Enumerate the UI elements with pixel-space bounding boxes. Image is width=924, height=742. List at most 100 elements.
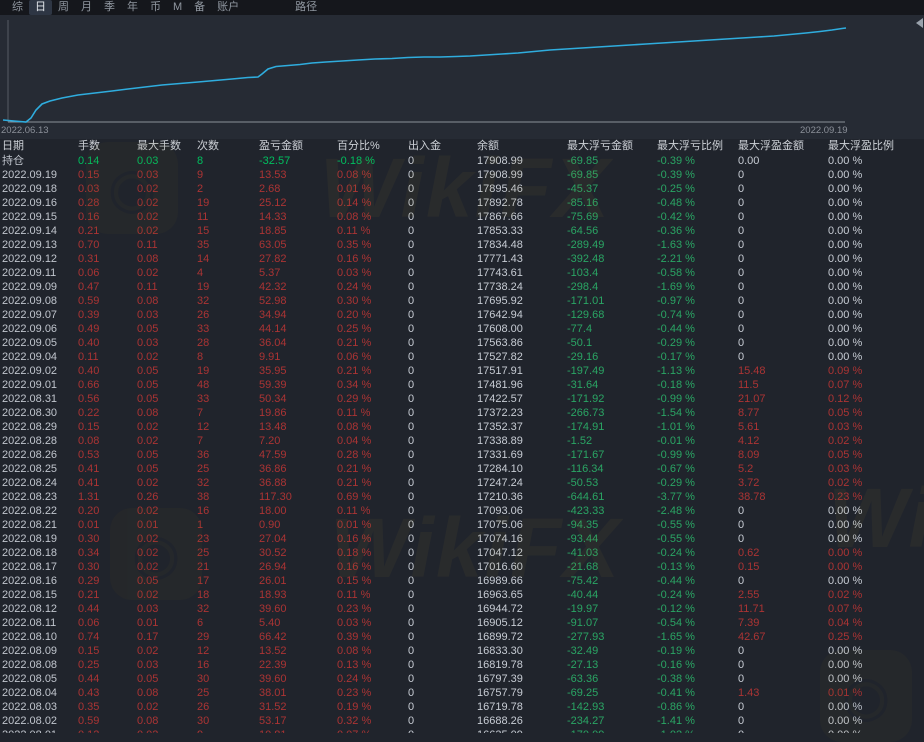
column-header-max_lots[interactable]: 最大手数: [137, 139, 197, 154]
cell-max_float_profit: 0: [738, 168, 828, 182]
scroll-arrow-icon[interactable]: [916, 18, 923, 28]
cell-pct: 0.23 %: [337, 686, 408, 700]
cell-max_float_loss_pct: -0.18 %: [657, 378, 738, 392]
cell-pct: 0.03 %: [337, 266, 408, 280]
table-row[interactable]: 2022.08.010.120.02910.810.07 %016635.09-…: [0, 728, 924, 733]
table-row[interactable]: 2022.08.210.010.0110.900.01 %017075.06-9…: [0, 518, 924, 532]
table-body: 持仓0.140.038-32.57-0.18 %017908.99-69.85-…: [0, 154, 924, 733]
table-row[interactable]: 2022.09.040.110.0289.910.06 %017527.82-2…: [0, 350, 924, 364]
column-header-max_float_profit[interactable]: 最大浮盈金额: [738, 139, 828, 154]
menu-item-0[interactable]: 综: [6, 0, 29, 15]
cell-max_float_profit: 38.78: [738, 490, 828, 504]
menu-item-5[interactable]: 年: [121, 0, 144, 15]
cell-balance: 17867.66: [477, 210, 567, 224]
table-row[interactable]: 2022.09.020.400.051935.950.21 %017517.91…: [0, 364, 924, 378]
table-row[interactable]: 2022.08.120.440.033239.600.23 %016944.72…: [0, 602, 924, 616]
menu-item-7[interactable]: M: [167, 0, 188, 15]
menu-item-4[interactable]: 季: [98, 0, 121, 15]
column-header-max_float_loss[interactable]: 最大浮亏金额: [567, 139, 657, 154]
table-row[interactable]: 2022.08.090.150.021213.520.08 %016833.30…: [0, 644, 924, 658]
cell-max_float_profit_pct: 0.00 %: [828, 350, 924, 364]
table-row[interactable]: 2022.08.050.440.053039.600.24 %016797.39…: [0, 672, 924, 686]
table-row[interactable]: 2022.08.100.740.172966.420.39 %016899.72…: [0, 630, 924, 644]
cell-lots: 0.22: [78, 406, 137, 420]
table-row[interactable]: 2022.08.280.080.0277.200.04 %017338.89-1…: [0, 434, 924, 448]
menu-item-8[interactable]: 备: [188, 0, 211, 15]
table-row[interactable]: 2022.08.020.590.083053.170.32 %016688.26…: [0, 714, 924, 728]
table-row[interactable]: 2022.08.180.340.022530.520.18 %017047.12…: [0, 546, 924, 560]
table-row[interactable]: 2022.08.231.310.2638117.300.69 %017210.3…: [0, 490, 924, 504]
table-row[interactable]: 2022.08.310.560.053350.340.29 %017422.57…: [0, 392, 924, 406]
cell-max_lots: 0.03: [137, 658, 197, 672]
cell-date: 2022.08.18: [0, 546, 78, 560]
cell-max_lots: 0.05: [137, 672, 197, 686]
position-row[interactable]: 持仓0.140.038-32.57-0.18 %017908.99-69.85-…: [0, 154, 924, 168]
table-row[interactable]: 2022.08.110.060.0165.400.03 %016905.12-9…: [0, 616, 924, 630]
cell-max_float_profit_pct: 0.00 %: [828, 308, 924, 322]
table-row[interactable]: 2022.09.180.030.0222.680.01 %017895.46-4…: [0, 182, 924, 196]
table-row[interactable]: 2022.08.160.290.051726.010.15 %016989.66…: [0, 574, 924, 588]
menu-item-10[interactable]: 路径: [289, 0, 323, 15]
menu-item-3[interactable]: 月: [75, 0, 98, 15]
table-row[interactable]: 2022.08.260.530.053647.590.28 %017331.69…: [0, 448, 924, 462]
table-row[interactable]: 2022.09.130.700.113563.050.35 %017834.48…: [0, 238, 924, 252]
table-row[interactable]: 2022.09.070.390.032634.940.20 %017642.94…: [0, 308, 924, 322]
column-header-count[interactable]: 次数: [197, 139, 259, 154]
table-row[interactable]: 2022.09.010.660.054859.390.34 %017481.96…: [0, 378, 924, 392]
cell-max_lots: 0.02: [137, 266, 197, 280]
table-row[interactable]: 2022.08.040.430.082538.010.23 %016757.79…: [0, 686, 924, 700]
cell-balance: 17743.61: [477, 266, 567, 280]
cell-balance: 16944.72: [477, 602, 567, 616]
table-row[interactable]: 2022.09.080.590.083252.980.30 %017695.92…: [0, 294, 924, 308]
cell-max_float_profit_pct: 0.05 %: [828, 448, 924, 462]
table-row[interactable]: 2022.09.160.280.021925.120.14 %017892.78…: [0, 196, 924, 210]
table-row[interactable]: 2022.09.090.470.111942.320.24 %017738.24…: [0, 280, 924, 294]
table-row[interactable]: 2022.09.140.210.021518.850.11 %017853.33…: [0, 224, 924, 238]
table-row[interactable]: 2022.09.190.150.03913.530.08 %017908.99-…: [0, 168, 924, 182]
cell-pnl: 25.12: [259, 196, 337, 210]
cell-max_float_profit: 0: [738, 350, 828, 364]
column-header-lots[interactable]: 手数: [78, 139, 137, 154]
menu-item-1[interactable]: 日: [29, 0, 52, 15]
column-header-date[interactable]: 日期: [0, 139, 78, 154]
cell-max_lots: 0.02: [137, 644, 197, 658]
table-row[interactable]: 2022.08.220.200.021618.000.11 %017093.06…: [0, 504, 924, 518]
cell-max_float_profit_pct: 0.00 %: [828, 518, 924, 532]
table-row[interactable]: 2022.08.150.210.021818.930.11 %016963.65…: [0, 588, 924, 602]
table-row[interactable]: 2022.08.240.410.023236.880.21 %017247.24…: [0, 476, 924, 490]
table-row[interactable]: 2022.08.300.220.08719.860.11 %017372.23-…: [0, 406, 924, 420]
cell-max_float_profit: 4.12: [738, 434, 828, 448]
table-row[interactable]: 2022.08.030.350.022631.520.19 %016719.78…: [0, 700, 924, 714]
table-row[interactable]: 2022.08.080.250.031622.390.13 %016819.78…: [0, 658, 924, 672]
table-row[interactable]: 2022.09.060.490.053344.140.25 %017608.00…: [0, 322, 924, 336]
column-header-pnl[interactable]: 盈亏金额: [259, 139, 337, 154]
cell-max_lots: 0.05: [137, 364, 197, 378]
table-row[interactable]: 2022.08.250.410.052536.860.21 %017284.10…: [0, 462, 924, 476]
table-row[interactable]: 2022.09.050.400.032836.040.21 %017563.86…: [0, 336, 924, 350]
menu-item-2[interactable]: 周: [52, 0, 75, 15]
cell-max_float_loss_pct: -0.58 %: [657, 266, 738, 280]
table-row[interactable]: 2022.08.170.300.022126.940.16 %017016.60…: [0, 560, 924, 574]
menu-item-6[interactable]: 币: [144, 0, 167, 15]
cell-max_lots: 0.05: [137, 378, 197, 392]
column-header-max_float_profit_pct[interactable]: 最大浮盈比例: [828, 139, 924, 154]
cell-max_float_profit_pct: 0.00 %: [828, 322, 924, 336]
table-row[interactable]: 2022.09.120.310.081427.820.16 %017771.43…: [0, 252, 924, 266]
column-header-pct[interactable]: 百分比%: [337, 139, 408, 154]
table-row[interactable]: 2022.09.110.060.0245.370.03 %017743.61-1…: [0, 266, 924, 280]
cell-max_float_profit: 5.2: [738, 462, 828, 476]
column-header-max_float_loss_pct[interactable]: 最大浮亏比例: [657, 139, 738, 154]
table-row[interactable]: 2022.08.290.150.021213.480.08 %017352.37…: [0, 420, 924, 434]
table-row[interactable]: 2022.08.190.300.022327.040.16 %017074.16…: [0, 532, 924, 546]
cell-pct: -0.18 %: [337, 154, 408, 168]
menu-item-9[interactable]: 账户: [211, 0, 245, 15]
table-row[interactable]: 2022.09.150.160.021114.330.08 %017867.66…: [0, 210, 924, 224]
cell-balance: 17642.94: [477, 308, 567, 322]
cell-max_float_loss_pct: -1.02 %: [657, 728, 738, 733]
cell-max_lots: 0.02: [137, 588, 197, 602]
cell-cash: 0: [408, 462, 477, 476]
cell-cash: 0: [408, 322, 477, 336]
cell-cash: 0: [408, 644, 477, 658]
column-header-balance[interactable]: 余额: [477, 139, 567, 154]
column-header-cash[interactable]: 出入金: [408, 139, 477, 154]
